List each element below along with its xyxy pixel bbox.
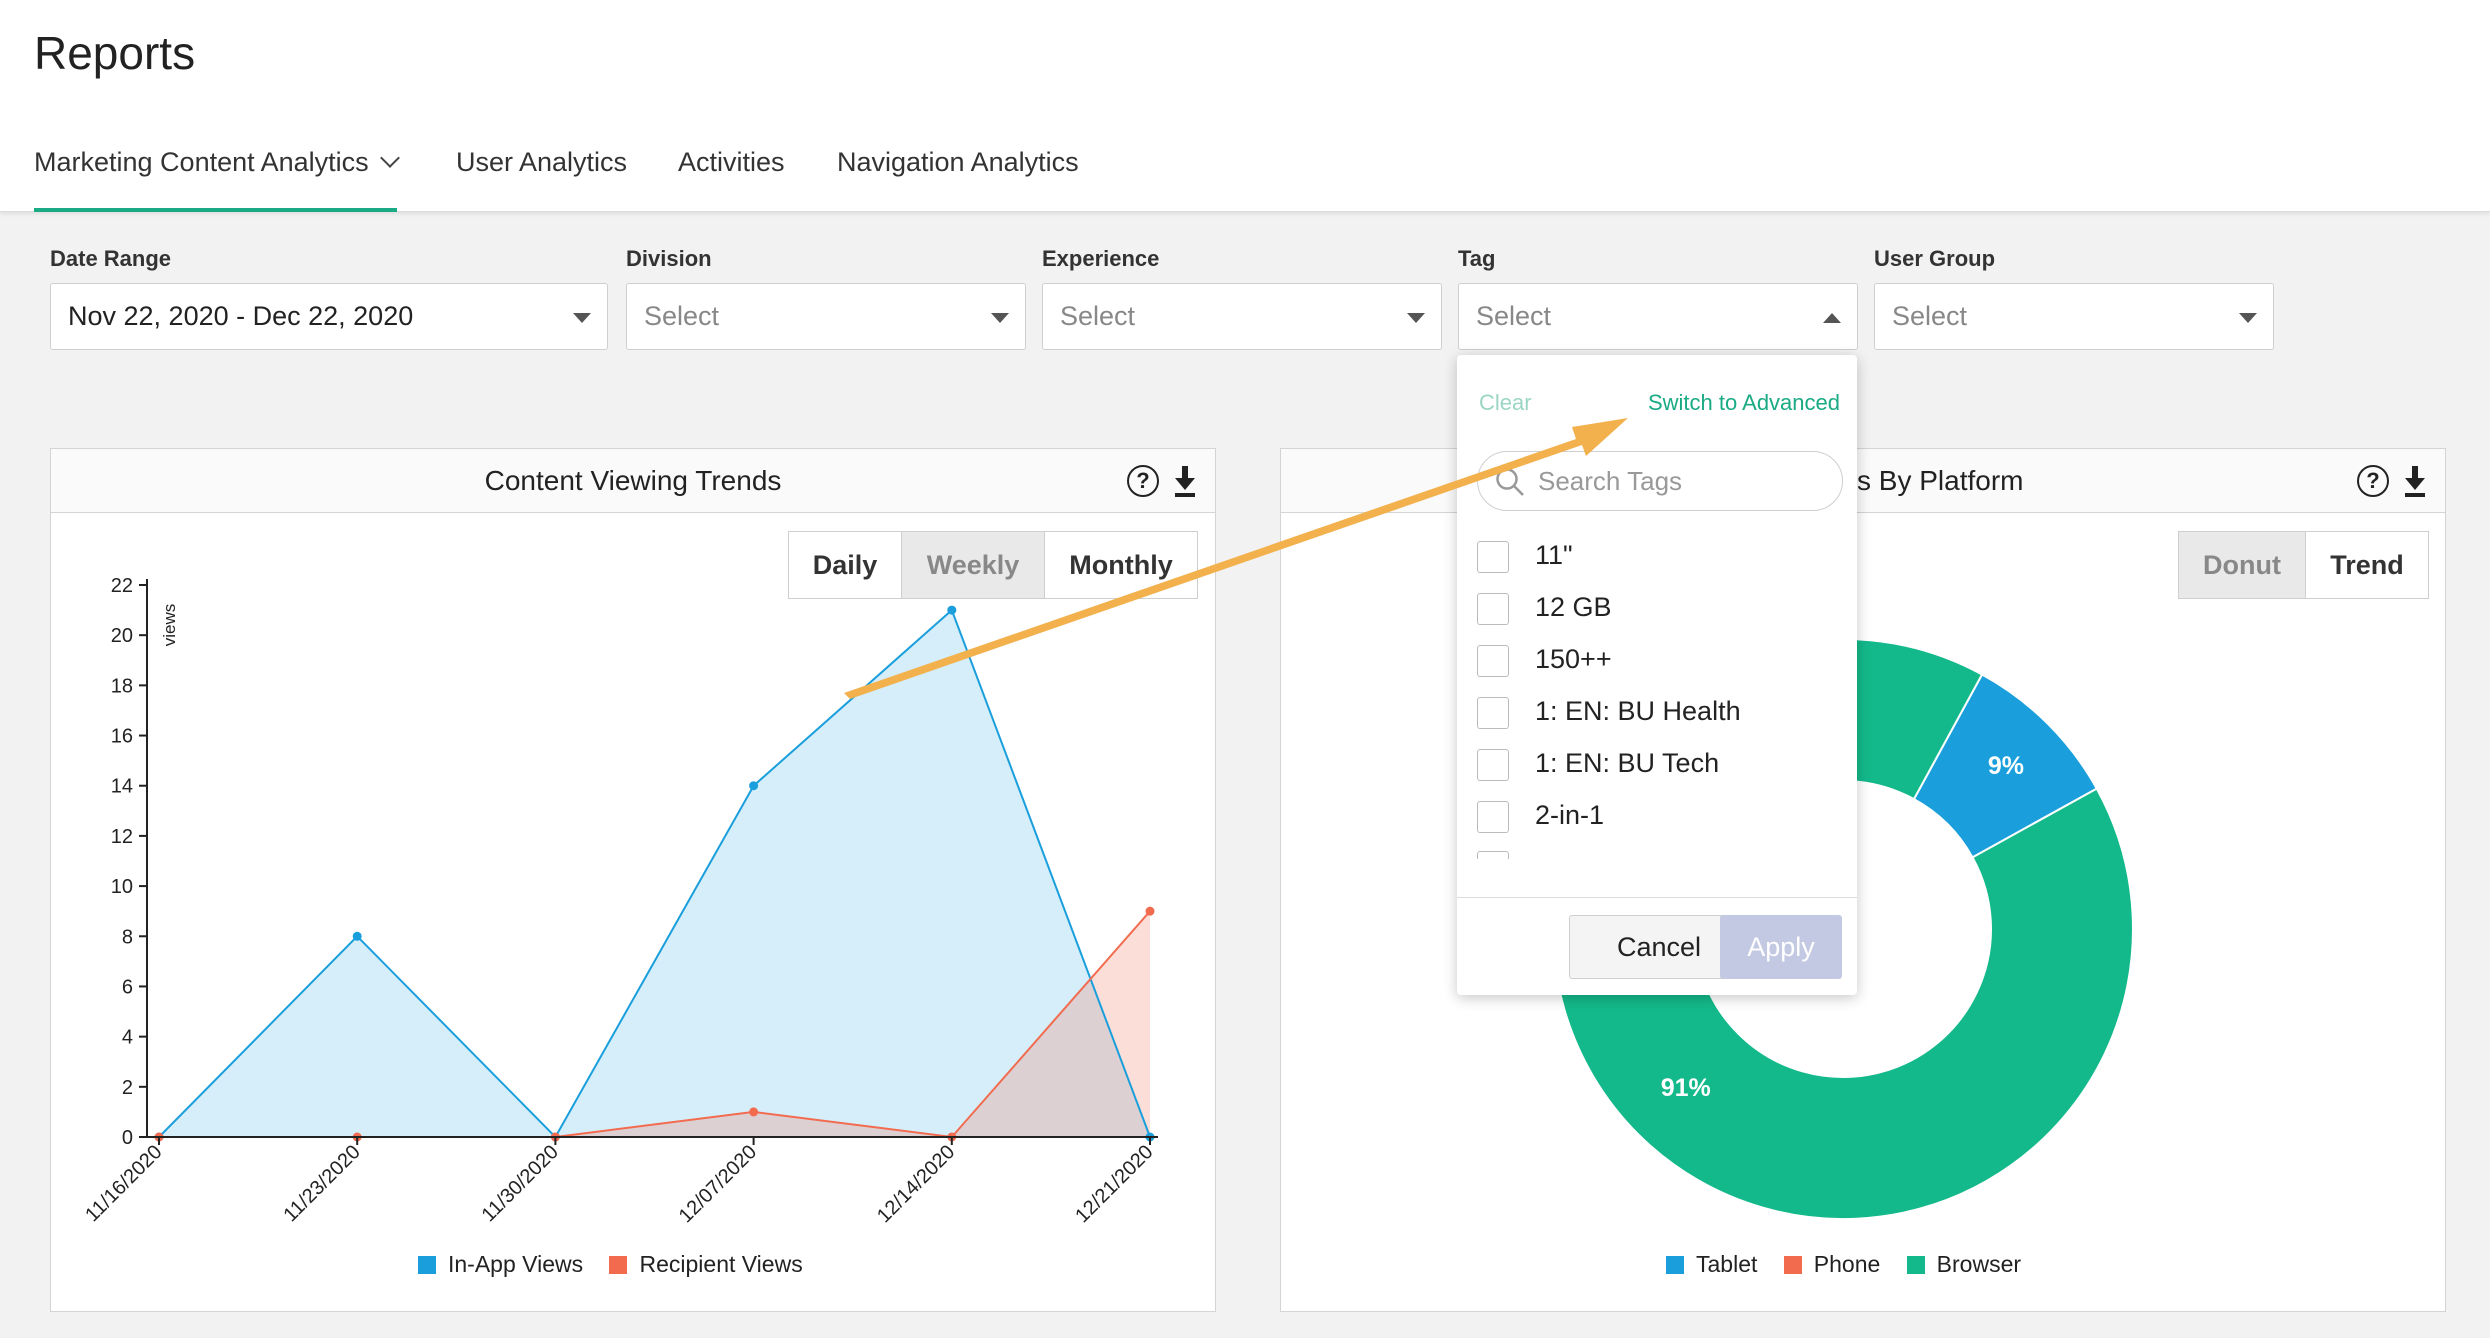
user-group-value: Select: [1892, 301, 1968, 331]
caret-down-icon: [1407, 313, 1425, 323]
page-header: Reports Marketing Content Analytics User…: [0, 0, 2490, 212]
y-tick-label: 6: [122, 976, 133, 998]
checkbox[interactable]: [1477, 696, 1509, 729]
tag-option-label: 150++: [1535, 644, 1612, 674]
tab-user-analytics[interactable]: User Analytics: [456, 142, 627, 212]
checkbox[interactable]: [1477, 592, 1509, 625]
tag-option[interactable]: 1: EN: BU Tech: [1477, 745, 1719, 785]
division-select[interactable]: Select: [626, 283, 1026, 350]
checkbox[interactable]: [1477, 644, 1509, 677]
tag-dropdown: Clear Switch to Advanced 11" 12 GB 150++…: [1457, 355, 1857, 995]
x-tick-label: 11/30/2020: [478, 1141, 563, 1226]
user-group-select[interactable]: Select: [1874, 283, 2274, 350]
y-tick-label: 14: [111, 776, 133, 798]
legend-label: Browser: [1936, 1251, 2022, 1277]
tag-search-input[interactable]: [1538, 462, 1818, 500]
page-title: Reports: [34, 27, 196, 79]
platform-panel: s By Platform ? Donut Trend 9% 91% Tablet…: [1280, 448, 2446, 1312]
legend-swatch: [1666, 1256, 1684, 1274]
legend-swatch: [1906, 1256, 1925, 1274]
y-tick-label: 20: [111, 625, 133, 647]
legend-label: Tablet: [1696, 1251, 1758, 1277]
y-tick-label: 22: [111, 575, 133, 597]
tag-search-box: [1477, 451, 1843, 511]
data-point: [352, 931, 362, 941]
legend-swatch: [418, 1256, 436, 1274]
tag-value: Select: [1476, 301, 1552, 331]
y-tick-label: 2: [122, 1077, 133, 1099]
y-tick-label: 10: [111, 876, 133, 898]
chevron-down-icon: [379, 148, 400, 168]
experience-select[interactable]: Select: [1042, 283, 1442, 350]
tag-option[interactable]: 12 GB: [1477, 589, 1612, 629]
tag-option-label: 2-in-1: [1535, 800, 1605, 830]
date-range-select[interactable]: Nov 22, 2020 - Dec 22, 2020: [50, 283, 608, 350]
experience-value: Select: [1060, 301, 1136, 331]
date-range-value: Nov 22, 2020 - Dec 22, 2020: [68, 301, 414, 331]
divider: [1457, 897, 1857, 898]
data-point: [749, 1107, 759, 1117]
x-tick-label: 11/23/2020: [279, 1141, 364, 1226]
tag-option[interactable]: 2-in-1: [1477, 797, 1604, 837]
y-tick-label: 4: [122, 1027, 133, 1049]
legend-swatch: [1783, 1256, 1802, 1274]
clear-link[interactable]: Clear: [1479, 390, 1532, 416]
content-viewing-trends-panel: Content Viewing Trends ? Daily Weekly Mo…: [50, 448, 1216, 1312]
date-range-label: Date Range: [50, 246, 172, 271]
caret-down-icon: [991, 313, 1009, 323]
tab-marketing-content-analytics[interactable]: Marketing Content Analytics: [34, 142, 400, 212]
search-icon: [1496, 468, 1524, 496]
checkbox[interactable]: [1477, 748, 1509, 781]
caret-down-icon: [573, 313, 591, 323]
tag-option-label: 11": [1535, 540, 1573, 570]
tab-label: Marketing Content Analytics: [34, 147, 369, 177]
legend-swatch: [609, 1256, 628, 1274]
data-point: [749, 781, 759, 791]
x-tick-label: 12/21/2020: [1071, 1141, 1157, 1227]
tag-option[interactable]: 1: EN: BU Health: [1477, 693, 1741, 733]
legend-label: Phone: [1813, 1251, 1881, 1277]
x-tick-label: 12/14/2020: [873, 1141, 959, 1227]
checkbox[interactable]: [1477, 540, 1509, 573]
experience-label: Experience: [1042, 246, 1160, 271]
content-viewing-trends-chart: 0 2 4 6 8 10 12 14 16 18 20 22 views 11/16/2020 11/23/…: [81, 575, 1158, 1227]
y-axis-label: views: [160, 604, 179, 647]
user-group-label: User Group: [1874, 246, 1996, 271]
y-tick-label: 0: [122, 1127, 133, 1149]
tag-option-label: 1: EN: BU Health: [1535, 696, 1741, 726]
division-value: Select: [644, 301, 720, 331]
slice-label: 9%: [1988, 752, 2024, 780]
y-tick-label: 8: [122, 926, 133, 948]
division-label: Division: [626, 246, 712, 271]
tag-option[interactable]: 11": [1477, 537, 1573, 577]
tag-option-partial: [1477, 851, 1511, 859]
tag-option[interactable]: 150++: [1477, 641, 1612, 681]
tab-activities[interactable]: Activities: [678, 142, 785, 212]
y-tick-label: 12: [111, 826, 133, 848]
caret-down-icon: [2239, 313, 2257, 323]
checkbox[interactable]: [1477, 800, 1509, 833]
y-tick-label: 16: [111, 726, 133, 748]
chart-legend: Tablet Phone Browser: [1666, 1251, 2021, 1278]
data-point: [1145, 906, 1155, 916]
chart-legend: In-App Views Recipient Views: [418, 1251, 803, 1278]
tag-select[interactable]: Select: [1458, 283, 1858, 350]
x-tick-label: 12/07/2020: [675, 1141, 761, 1227]
tag-option-label: 12 GB: [1535, 592, 1612, 622]
reports-app: Reports Marketing Content Analytics User…: [0, 0, 2490, 1338]
data-point: [947, 605, 957, 615]
slice-label: 91%: [1661, 1074, 1711, 1102]
legend-label: In-App Views: [448, 1251, 584, 1277]
y-tick-label: 18: [111, 675, 133, 697]
tag-label: Tag: [1458, 246, 1496, 271]
apply-button[interactable]: Apply: [1720, 915, 1842, 979]
series-area: [159, 610, 1150, 1137]
switch-to-advanced-link[interactable]: Switch to Advanced: [1648, 390, 1840, 416]
platform-donut-chart: 9% 91%: [1552, 638, 2134, 1220]
caret-up-icon: [1823, 313, 1841, 323]
legend-label: Recipient Views: [639, 1251, 803, 1277]
tab-navigation-analytics[interactable]: Navigation Analytics: [837, 142, 1079, 212]
x-tick-label: 11/16/2020: [81, 1141, 166, 1226]
tag-option-label: 1: EN: BU Tech: [1535, 748, 1720, 778]
